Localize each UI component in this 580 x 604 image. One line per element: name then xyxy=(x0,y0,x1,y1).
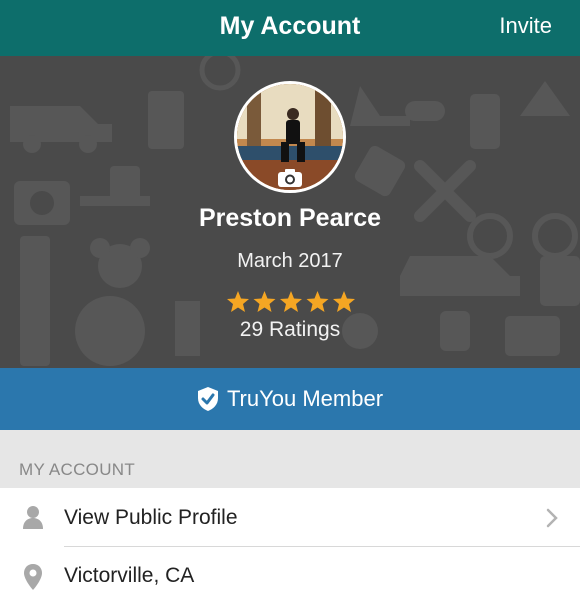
ratings-count[interactable]: 29 Ratings xyxy=(0,318,580,342)
star-icon xyxy=(253,291,276,312)
camera-icon[interactable] xyxy=(277,168,303,188)
nav-bar: My Account Invite xyxy=(0,0,580,56)
page-title: My Account xyxy=(219,12,361,40)
member-since: March 2017 xyxy=(237,250,343,272)
shield-check-icon xyxy=(197,387,218,411)
invite-button[interactable]: Invite xyxy=(499,0,552,52)
section-header: MY ACCOUNT xyxy=(0,430,580,488)
star-icon xyxy=(227,291,249,312)
truyou-label: TruYou Member xyxy=(226,386,384,411)
view-public-profile-row[interactable]: View Public Profile xyxy=(0,489,580,546)
row-label: Victorville, CA xyxy=(64,564,195,587)
location-pin-icon xyxy=(24,564,42,590)
truyou-banner[interactable]: TruYou Member xyxy=(0,368,580,430)
location-row[interactable]: Victorville, CA xyxy=(0,547,580,604)
row-label: View Public Profile xyxy=(64,506,238,529)
profile-header: Preston Pearce March 2017 29 Ratings xyxy=(0,56,580,368)
star-icon xyxy=(333,291,355,312)
profile-name: Preston Pearce xyxy=(198,204,382,232)
star-icon xyxy=(280,291,302,312)
chevron-right-icon xyxy=(546,508,558,528)
rating-stars xyxy=(227,291,355,312)
star-icon xyxy=(306,291,329,312)
section-title: MY ACCOUNT xyxy=(19,460,136,479)
person-icon xyxy=(23,506,43,529)
